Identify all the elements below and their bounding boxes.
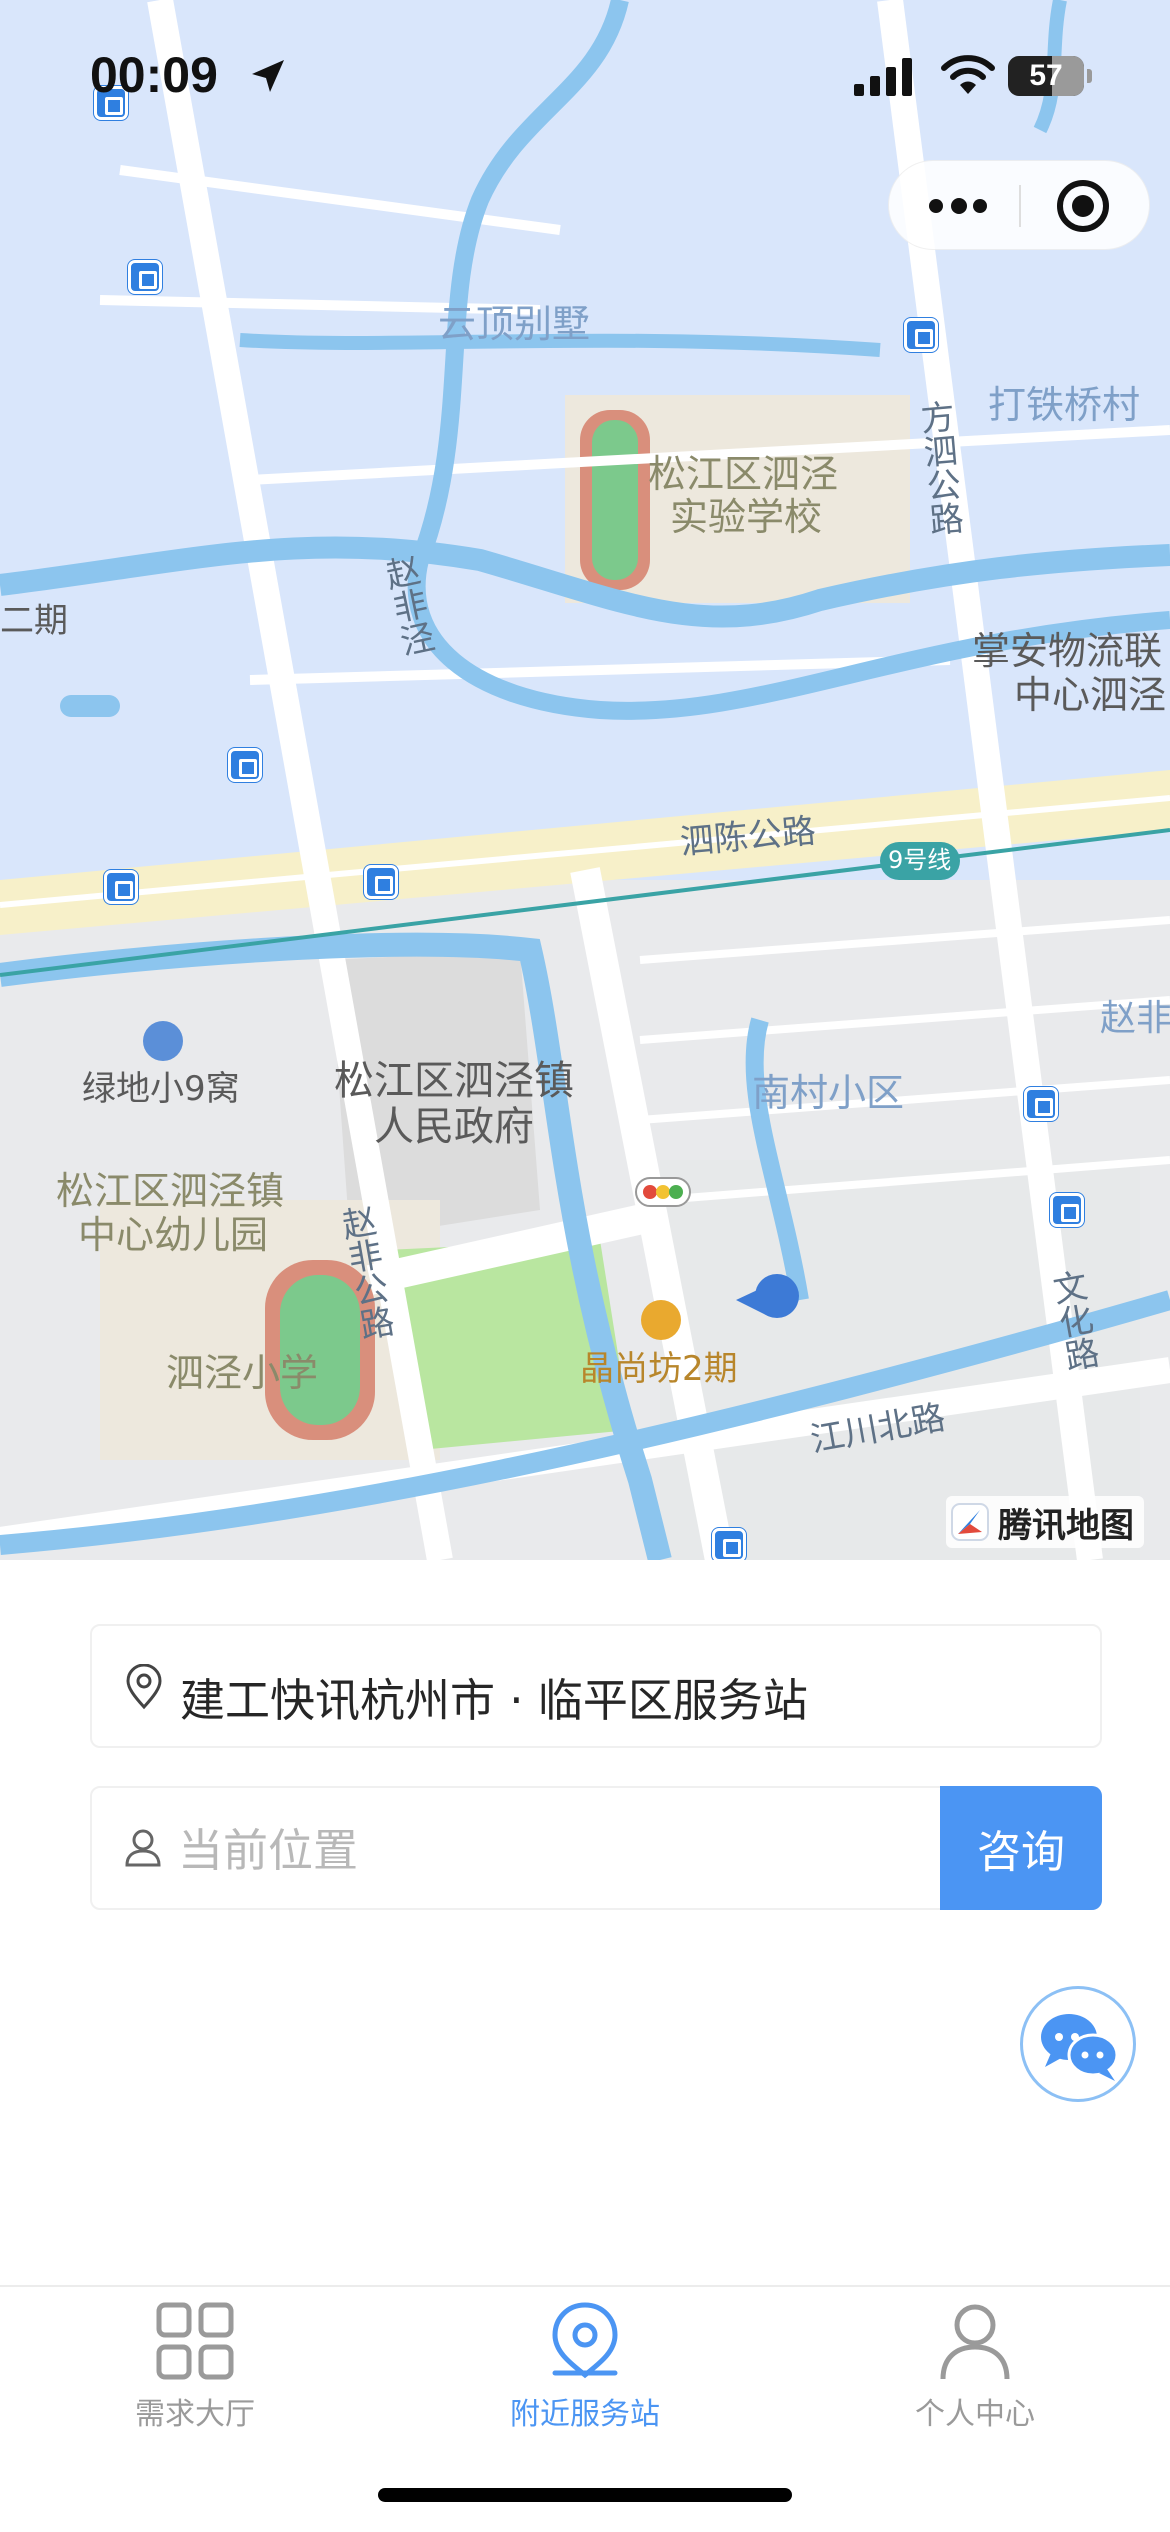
tab-personal-center[interactable]: 个人中心: [780, 2287, 1170, 2447]
bus-stop-icon: [712, 1528, 746, 1560]
location-arrow-icon: [252, 60, 284, 92]
map-label: 晶尚坊2期: [580, 1349, 738, 1389]
battery-icon: 57: [1008, 56, 1084, 96]
tab-demand-hall[interactable]: 需求大厅: [0, 2287, 390, 2447]
service-station-selector[interactable]: 建工快讯杭州市 · 临平区服务站: [90, 1624, 1102, 1748]
bus-stop-icon: [1050, 1193, 1084, 1227]
map-label: 赵非: [1100, 998, 1170, 1039]
bus-stop-icon: [364, 865, 398, 899]
map-label: 实验学校: [670, 495, 823, 539]
map-label: 松江区泗泾镇: [334, 1058, 574, 1104]
location-pin-icon: [552, 2302, 618, 2379]
home-indicator[interactable]: [378, 2488, 792, 2502]
tab-label: 需求大厅: [135, 2397, 255, 2432]
map-label: 打铁桥村: [988, 383, 1141, 427]
map-label: 云顶别墅: [438, 302, 591, 346]
more-icon[interactable]: [929, 195, 989, 217]
service-station-name: 建工快讯杭州市 · 临平区服务站: [180, 1674, 808, 1727]
person-icon: [940, 2304, 1010, 2380]
location-search-bar: 咨询: [90, 1786, 1102, 1910]
map-label: 人民政府: [374, 1104, 534, 1150]
cellular-signal-icon: [854, 58, 912, 96]
close-miniprogram-icon[interactable]: [1057, 180, 1109, 232]
map-label: 松江区泗泾: [648, 452, 839, 496]
battery-tip: [1087, 69, 1092, 83]
tencent-map-logo: 腾讯地图: [946, 1496, 1144, 1548]
map-label: 泗泾小学: [166, 1351, 319, 1395]
bus-stop-icon: [1024, 1087, 1058, 1121]
user-icon: [125, 1829, 161, 1867]
bus-stop-icon: [104, 870, 138, 904]
map-label: 松江区泗泾镇: [56, 1169, 285, 1213]
metro-line-badge: 9号线: [888, 846, 952, 874]
status-bar: 00:09 57: [0, 0, 1170, 150]
tab-label: 附近服务站: [510, 2397, 660, 2432]
current-location-input[interactable]: [178, 1810, 1008, 1890]
grid-icon: [156, 2302, 234, 2380]
chat-bubbles-icon: [1041, 2014, 1119, 2081]
bus-stop-icon: [128, 260, 162, 294]
bus-stop-icon: [904, 318, 938, 352]
map-provider-label: 腾讯地图: [998, 1505, 1134, 1546]
map-label: 南村小区: [752, 1071, 905, 1115]
wifi-icon: [941, 55, 995, 94]
tab-nearby-stations[interactable]: 附近服务站: [390, 2287, 780, 2447]
map-label: 二期: [0, 601, 68, 641]
map-label: 掌安物流联: [972, 629, 1163, 673]
tab-label: 个人中心: [915, 2397, 1035, 2432]
location-pin-icon: [126, 1664, 162, 1710]
miniprogram-capsule: [888, 160, 1150, 250]
customer-service-button[interactable]: [1020, 1986, 1136, 2102]
map-label: 中心泗泾: [1014, 673, 1167, 717]
bus-stop-icon: [228, 748, 262, 782]
capsule-divider: [1019, 185, 1021, 227]
status-time: 00:09: [90, 47, 218, 103]
tencent-map-icon: [951, 1503, 989, 1541]
battery-level: 57: [1029, 59, 1063, 92]
map-label: 绿地小9窝: [82, 1069, 240, 1109]
map-label: 中心幼儿园: [78, 1213, 269, 1257]
consult-button[interactable]: 咨询: [940, 1786, 1102, 1910]
